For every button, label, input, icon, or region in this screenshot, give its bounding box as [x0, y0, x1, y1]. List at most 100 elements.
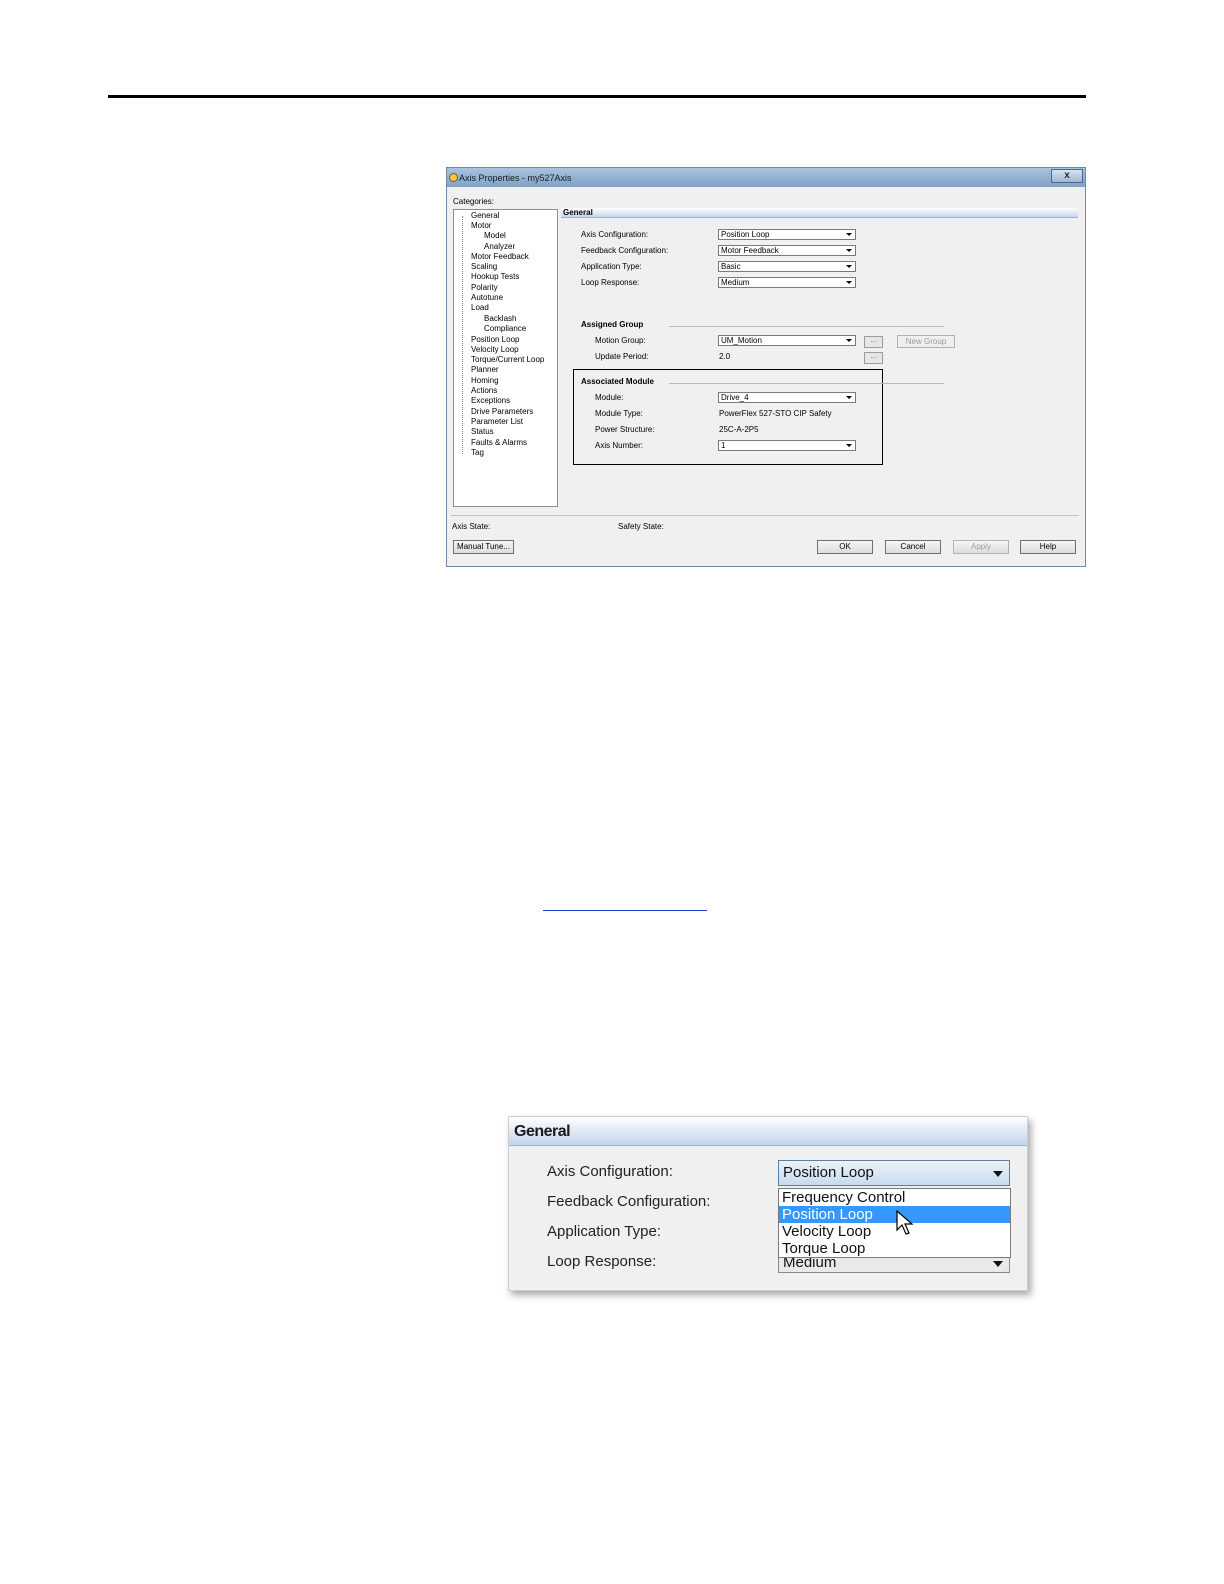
help-button[interactable]: Help — [1020, 540, 1076, 554]
update-period-label: Update Period: — [595, 352, 649, 361]
tree-item-torque-current-loop[interactable]: Torque/Current Loop — [471, 355, 544, 364]
tree-item-load[interactable]: Load — [471, 303, 489, 312]
general-crop-panel: General Axis Configuration: Feedback Con… — [508, 1116, 1028, 1291]
axis-configuration-label: Axis Configuration: — [581, 230, 649, 239]
tree-item-drive-parameters[interactable]: Drive Parameters — [471, 407, 533, 416]
feedback-configuration-label: Feedback Configuration: — [581, 246, 669, 255]
tree-item-exceptions[interactable]: Exceptions — [471, 396, 510, 405]
application-type-value: Basic — [721, 262, 741, 271]
feedback-configuration-select[interactable]: Motor Feedback — [718, 245, 856, 256]
crop-feedback-configuration-label: Feedback Configuration: — [547, 1193, 711, 1210]
dropdown-option-velocity-loop[interactable]: Velocity Loop — [779, 1223, 1010, 1240]
crop-loop-response-label: Loop Response: — [547, 1253, 657, 1270]
dialog-title: Axis Properties - my527Axis — [459, 173, 572, 183]
tree-item-position-loop[interactable]: Position Loop — [471, 335, 519, 344]
general-panel-header: General — [561, 208, 1078, 218]
tree-item-actions[interactable]: Actions — [471, 386, 497, 395]
ok-button[interactable]: OK — [817, 540, 873, 554]
tree-item-model[interactable]: Model — [484, 231, 506, 240]
axis-configuration-select[interactable]: Position Loop — [718, 229, 856, 240]
cancel-button[interactable]: Cancel — [885, 540, 941, 554]
assigned-group-divider — [669, 326, 944, 327]
module-select[interactable]: Drive_4 — [718, 392, 856, 403]
assigned-group-title: Assigned Group — [581, 320, 644, 329]
crop-general-header: General — [509, 1117, 1027, 1146]
hyperlink-underline[interactable] — [543, 910, 707, 911]
categories-tree: General Motor Model Analyzer Motor Feedb… — [453, 209, 558, 507]
update-period-value: 2.0 — [719, 352, 731, 361]
module-type-value: PowerFlex 527-STO CIP Safety — [719, 409, 832, 418]
axis-number-label: Axis Number: — [595, 441, 644, 450]
chevron-down-icon — [993, 1261, 1003, 1267]
power-structure-value: 25C-A-2P5 — [719, 425, 759, 434]
associated-module-title: Associated Module — [581, 377, 654, 386]
crop-general-title: General — [514, 1123, 571, 1140]
tree-item-faults-alarms[interactable]: Faults & Alarms — [471, 438, 527, 447]
tree-item-status[interactable]: Status — [471, 427, 494, 436]
crop-axis-configuration-select[interactable]: Position Loop — [778, 1160, 1010, 1186]
bottom-separator — [451, 515, 1079, 516]
chevron-down-icon — [846, 265, 852, 268]
crop-application-type-label: Application Type: — [547, 1223, 661, 1240]
axis-state-label: Axis State: — [452, 522, 491, 531]
associated-module-divider — [669, 383, 944, 384]
axis-configuration-dropdown-list: Frequency Control Position Loop Velocity… — [778, 1188, 1011, 1258]
loop-response-value: Medium — [721, 278, 750, 287]
application-type-select[interactable]: Basic — [718, 261, 856, 272]
tree-item-homing[interactable]: Homing — [471, 376, 499, 385]
tree-item-polarity[interactable]: Polarity — [471, 283, 498, 292]
chevron-down-icon — [846, 396, 852, 399]
module-label: Module: — [595, 393, 624, 402]
application-type-label: Application Type: — [581, 262, 642, 271]
loop-response-select[interactable]: Medium — [718, 277, 856, 288]
motion-group-value: UM_Motion — [721, 336, 762, 345]
tree-item-scaling[interactable]: Scaling — [471, 262, 497, 271]
app-icon — [449, 173, 458, 182]
module-type-label: Module Type: — [595, 409, 643, 418]
apply-button[interactable]: Apply — [953, 540, 1009, 554]
chevron-down-icon — [846, 339, 852, 342]
dropdown-option-frequency-control[interactable]: Frequency Control — [779, 1189, 1010, 1206]
loop-response-label: Loop Response: — [581, 278, 640, 287]
categories-label: Categories: — [453, 197, 494, 206]
dropdown-option-position-loop[interactable]: Position Loop — [779, 1206, 1010, 1223]
tree-item-backlash[interactable]: Backlash — [484, 314, 516, 323]
dropdown-option-torque-loop[interactable]: Torque Loop — [779, 1240, 1010, 1257]
page-top-rule — [108, 95, 1086, 98]
tree-item-planner[interactable]: Planner — [471, 365, 499, 374]
tree-item-motor-feedback[interactable]: Motor Feedback — [471, 252, 529, 261]
axis-number-value: 1 — [721, 441, 726, 450]
tree-connector — [462, 216, 463, 454]
motion-group-label: Motion Group: — [595, 336, 646, 345]
dialog-titlebar: Axis Properties - my527Axis x — [447, 168, 1085, 187]
tree-item-hookup-tests[interactable]: Hookup Tests — [471, 272, 519, 281]
feedback-configuration-value: Motor Feedback — [721, 246, 779, 255]
tree-item-general[interactable]: General — [471, 211, 499, 220]
chevron-down-icon — [846, 233, 852, 236]
safety-state-label: Safety State: — [618, 522, 664, 531]
crop-axis-configuration-value: Position Loop — [783, 1164, 874, 1181]
new-group-button[interactable]: New Group — [897, 335, 955, 348]
tree-item-motor[interactable]: Motor — [471, 221, 491, 230]
tree-item-autotune[interactable]: Autotune — [471, 293, 503, 302]
tree-item-parameter-list[interactable]: Parameter List — [471, 417, 523, 426]
axis-number-select[interactable]: 1 — [718, 440, 856, 451]
axis-configuration-value: Position Loop — [721, 230, 770, 239]
chevron-down-icon — [846, 281, 852, 284]
motion-group-ellipsis-button[interactable]: ... — [864, 336, 883, 348]
motion-group-select[interactable]: UM_Motion — [718, 335, 856, 346]
close-button[interactable]: x — [1051, 169, 1083, 183]
power-structure-label: Power Structure: — [595, 425, 655, 434]
chevron-down-icon — [846, 444, 852, 447]
manual-tune-button[interactable]: Manual Tune... — [453, 540, 514, 554]
chevron-down-icon — [846, 249, 852, 252]
tree-item-analyzer[interactable]: Analyzer — [484, 242, 515, 251]
module-value: Drive_4 — [721, 393, 749, 402]
mouse-pointer-icon — [896, 1210, 914, 1235]
tree-item-compliance[interactable]: Compliance — [484, 324, 526, 333]
tree-item-tag[interactable]: Tag — [471, 448, 484, 457]
crop-axis-configuration-label: Axis Configuration: — [547, 1163, 673, 1180]
tree-item-velocity-loop[interactable]: Velocity Loop — [471, 345, 519, 354]
axis-properties-dialog: Axis Properties - my527Axis x Categories… — [446, 167, 1086, 567]
update-period-ellipsis-button[interactable]: ... — [864, 352, 883, 364]
